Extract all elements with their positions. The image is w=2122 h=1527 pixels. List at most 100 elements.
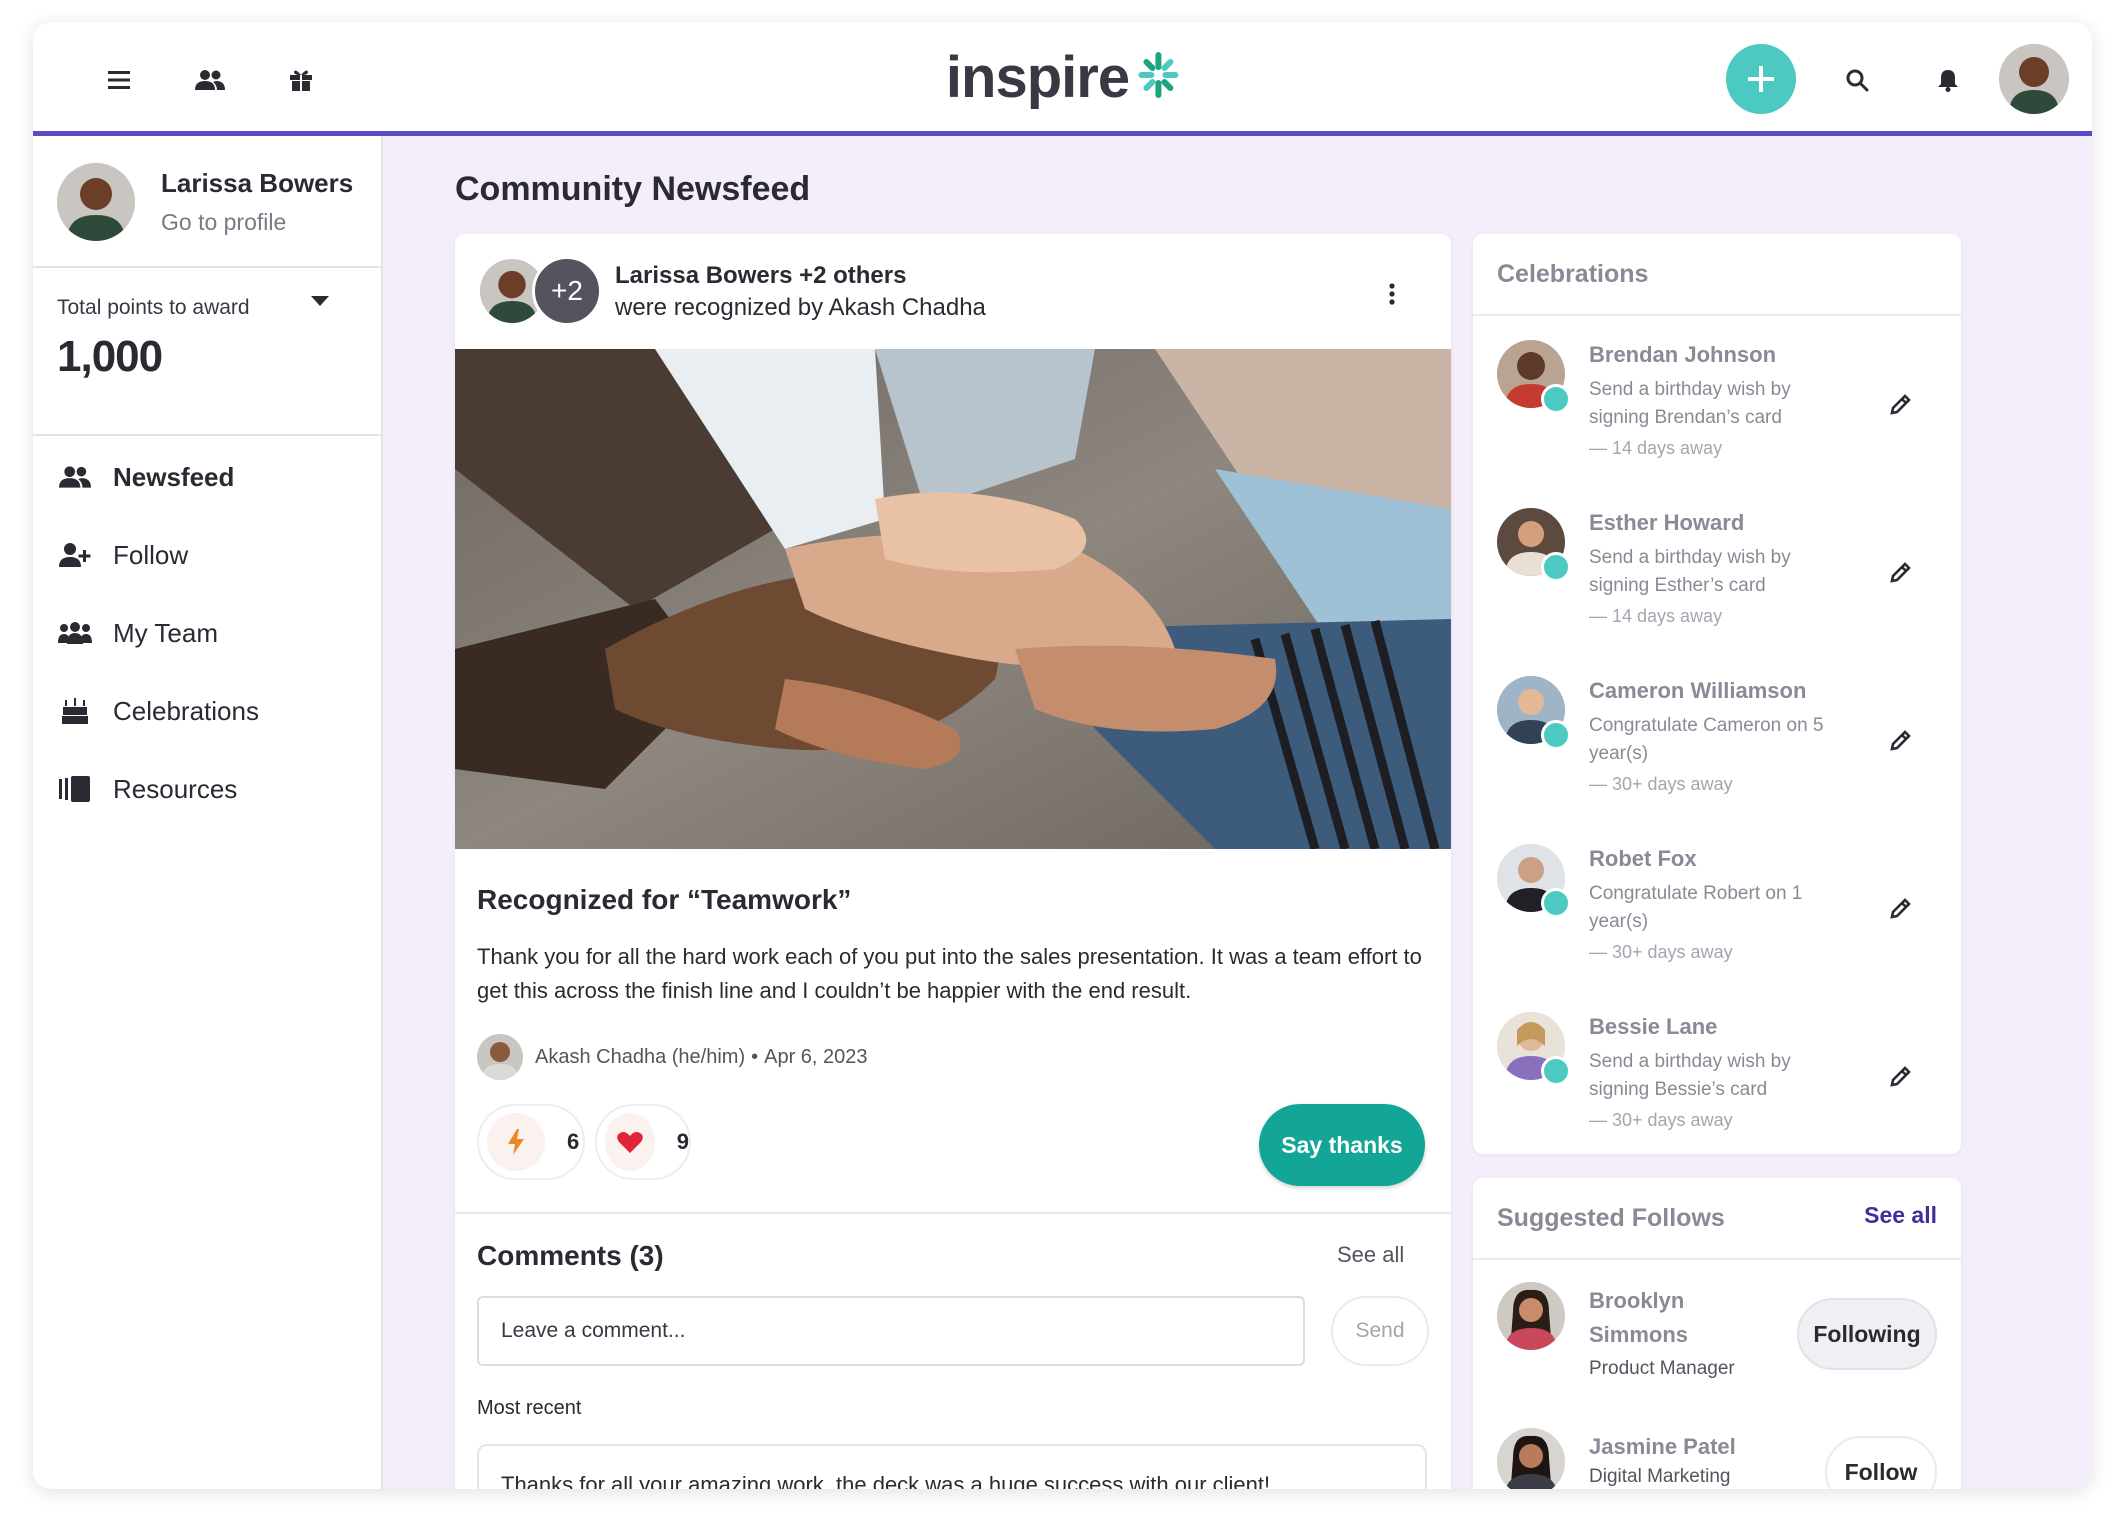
celebration-name: Brendan Johnson xyxy=(1589,342,1777,367)
comments-title: Comments (3) xyxy=(477,1240,664,1271)
sidebar-item-celebrations[interactable]: Celebrations xyxy=(57,686,259,736)
celebration-when: — 30+ days away xyxy=(1589,774,1733,794)
status-badge xyxy=(1541,720,1571,750)
sidebar-item-my-team[interactable]: My Team xyxy=(57,608,218,658)
status-badge xyxy=(1541,384,1571,414)
recipient-avatars[interactable]: +2 xyxy=(477,256,602,326)
add-icon xyxy=(1748,66,1774,92)
pencil-icon[interactable] xyxy=(1883,722,1919,758)
celebration-item[interactable]: Esther Howard Send a birthday wish by si… xyxy=(1497,508,1937,632)
sidebar-item-label: Follow xyxy=(113,539,189,570)
avatar[interactable] xyxy=(1497,1282,1565,1350)
sidebar-item-resources[interactable]: Resources xyxy=(57,764,237,814)
lightning-reaction-button[interactable]: 6 xyxy=(477,1104,585,1180)
sidebar-item-label: Newsfeed xyxy=(113,461,235,492)
search-icon[interactable] xyxy=(1827,50,1887,110)
author-name[interactable]: Akash Chadha (he/him) xyxy=(535,1046,745,1069)
celebration-when: — 14 days away xyxy=(1589,438,1723,458)
celebration-message: Congratulate Cameron on 5 year(s) xyxy=(1589,715,1824,764)
suggested-name[interactable]: Jasmine Patel xyxy=(1589,1430,1779,1464)
suggested-role: Product Manager xyxy=(1589,1358,1735,1379)
post-headline[interactable]: Larissa Bowers +2 others xyxy=(615,262,906,290)
reaction-count: 6 xyxy=(567,1129,580,1154)
sidebar-item-label: Resources xyxy=(113,773,238,804)
page-title: Community Newsfeed xyxy=(455,170,811,208)
avatar[interactable] xyxy=(477,1034,523,1080)
comment-input[interactable] xyxy=(477,1296,1305,1366)
post-card: +2 Larissa Bowers +2 others were recogni… xyxy=(455,234,1451,1489)
send-button[interactable]: Send xyxy=(1331,1296,1429,1366)
app-window: inspire Larissa Bowers Go to profile Tot… xyxy=(33,22,2092,1489)
comments-see-all-link[interactable]: See all xyxy=(1337,1242,1404,1268)
following-button[interactable]: Following xyxy=(1797,1298,1937,1370)
celebration-when: — 30+ days away xyxy=(1589,942,1733,962)
chevron-down-icon[interactable] xyxy=(310,294,330,312)
reaction-count: 9 xyxy=(676,1129,689,1154)
post-subline: were recognized by Akash Chadha xyxy=(615,294,986,321)
suggested-role: Digital Marketing xyxy=(1589,1466,1731,1487)
pencil-icon[interactable] xyxy=(1883,1058,1919,1094)
cake-icon xyxy=(57,693,93,729)
suggested-follows-card: Suggested Follows See all Brooklyn Simmo… xyxy=(1473,1178,1961,1489)
heart-reaction-button[interactable]: 9 xyxy=(595,1104,691,1180)
bell-icon[interactable] xyxy=(1918,50,1978,110)
sidebar-item-label: Celebrations xyxy=(113,695,259,726)
points-label: Total points to award xyxy=(57,296,250,319)
points-value: 1,000 xyxy=(57,332,163,381)
go-to-profile-link[interactable]: Go to profile xyxy=(161,209,353,236)
sidebar-item-label: My Team xyxy=(113,617,218,648)
suggested-follow-item: Brooklyn Simmons Product Manager Followi… xyxy=(1497,1282,1937,1402)
sort-label[interactable]: Most recent xyxy=(477,1397,581,1420)
follow-button[interactable]: Follow xyxy=(1825,1436,1937,1489)
add-person-icon xyxy=(57,537,93,573)
status-badge xyxy=(1541,1056,1571,1086)
say-thanks-button[interactable]: Say thanks xyxy=(1259,1104,1425,1186)
people-icon[interactable] xyxy=(180,50,240,110)
inspire-logo: inspire xyxy=(946,44,1179,111)
celebration-name: Robet Fox xyxy=(1589,846,1697,871)
post-date: Apr 6, 2023 xyxy=(764,1045,868,1068)
divider xyxy=(33,266,381,268)
celebration-item[interactable]: Bessie Lane Send a birthday wish by sign… xyxy=(1497,1012,1937,1136)
avatar[interactable] xyxy=(1497,1428,1565,1489)
celebrations-header: Celebrations xyxy=(1473,234,1961,316)
sidebar-item-follow[interactable]: Follow xyxy=(57,530,188,580)
add-button[interactable] xyxy=(1726,44,1796,114)
people-icon xyxy=(57,459,93,495)
extra-recipients-badge[interactable]: +2 xyxy=(532,256,602,326)
lightning-icon xyxy=(487,1113,545,1171)
celebration-message: Congratulate Robert on 1 year(s) xyxy=(1589,883,1803,932)
divider xyxy=(33,434,381,436)
post-title: Recognized for “Teamwork” xyxy=(477,884,852,915)
team-icon xyxy=(57,615,93,651)
suggested-see-all-link[interactable]: See all xyxy=(1864,1202,1937,1229)
post-body: Thank you for all the hard work each of … xyxy=(477,944,1422,1003)
profile-avatar[interactable] xyxy=(57,163,135,241)
celebration-name: Esther Howard xyxy=(1589,510,1745,535)
comment-item: Thanks for all your amazing work, the de… xyxy=(477,1444,1427,1489)
celebration-when: — 14 days away xyxy=(1589,606,1723,626)
celebration-message: Send a birthday wish by signing Brendan’… xyxy=(1589,379,1791,428)
celebration-item[interactable]: Brendan Johnson Send a birthday wish by … xyxy=(1497,340,1937,464)
resources-icon xyxy=(57,771,93,807)
suggested-name[interactable]: Brooklyn Simmons xyxy=(1589,1284,1779,1352)
pencil-icon[interactable] xyxy=(1883,386,1919,422)
menu-icon[interactable] xyxy=(89,50,149,110)
profile-block[interactable]: Larissa Bowers Go to profile xyxy=(57,162,353,242)
celebrations-title: Celebrations xyxy=(1497,260,1649,288)
top-bar: inspire xyxy=(33,22,2092,136)
celebration-message: Send a birthday wish by signing Esther’s… xyxy=(1589,547,1791,596)
status-badge xyxy=(1541,888,1571,918)
pencil-icon[interactable] xyxy=(1883,554,1919,590)
avatar[interactable] xyxy=(1999,44,2069,114)
suggested-follows-title: Suggested Follows xyxy=(1497,1204,1725,1232)
gift-icon[interactable] xyxy=(271,50,331,110)
pencil-icon[interactable] xyxy=(1883,890,1919,926)
suggested-follows-header: Suggested Follows See all xyxy=(1473,1178,1961,1260)
celebration-item[interactable]: Robet Fox Congratulate Robert on 1 year(… xyxy=(1497,844,1937,968)
more-options-icon[interactable] xyxy=(1377,274,1407,314)
celebration-item[interactable]: Cameron Williamson Congratulate Cameron … xyxy=(1497,676,1937,800)
logo-text: inspire xyxy=(945,45,1130,110)
sidebar-item-newsfeed[interactable]: Newsfeed xyxy=(57,452,234,502)
sidebar: Larissa Bowers Go to profile Total point… xyxy=(33,136,383,1489)
